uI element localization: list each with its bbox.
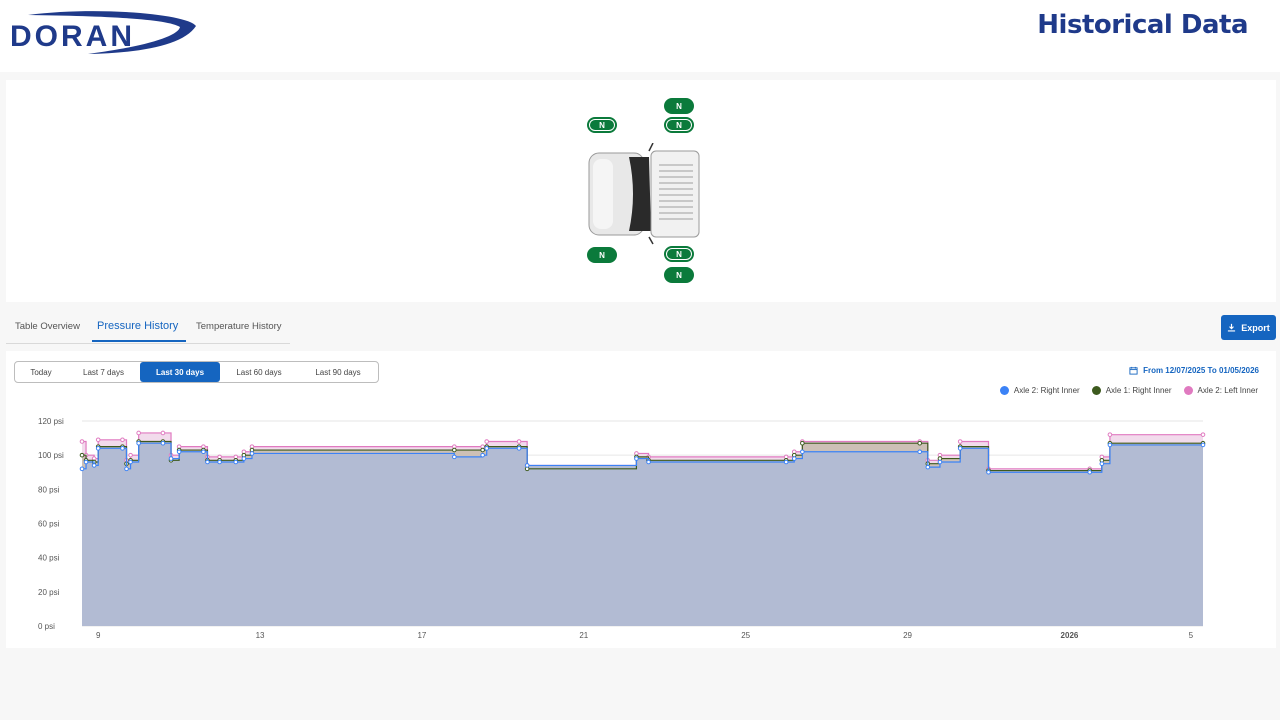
- data-point: [205, 459, 210, 465]
- data-point: [217, 459, 222, 465]
- data-point: [516, 439, 522, 444]
- data-point: [925, 464, 931, 470]
- data-point: [1107, 442, 1113, 448]
- data-point: [233, 459, 239, 465]
- data-point: [241, 456, 247, 461]
- data-point: [1087, 469, 1092, 475]
- data-point: [634, 456, 639, 461]
- data-point: [516, 446, 522, 451]
- data-point: [800, 449, 805, 455]
- data-point: [160, 440, 166, 446]
- export-button[interactable]: Export: [1221, 315, 1276, 340]
- download-icon: [1228, 323, 1236, 332]
- y-tick-label: 0 psi: [38, 622, 55, 631]
- y-tick-label: 100 psi: [38, 451, 64, 460]
- data-point: [120, 437, 125, 443]
- doran-logo: DORAN: [8, 10, 198, 56]
- logo-text: DORAN: [10, 20, 135, 53]
- pressure-chart: 0 psi 20 psi 40 psi 60 psi 80 psi 100 psi 120 …: [38, 417, 1206, 640]
- data-point: [937, 459, 943, 465]
- data-point: [136, 430, 141, 436]
- tab-temperature-history[interactable]: Temperature History: [196, 321, 282, 332]
- tire-axle2-right-inner[interactable]: N: [664, 246, 694, 262]
- y-tick-label: 40 psi: [38, 554, 60, 563]
- x-tick-label: 17: [417, 631, 426, 640]
- history-tabs: Table Overview Pressure History Temperat…: [6, 312, 290, 344]
- data-point: [800, 440, 805, 446]
- data-point: [120, 446, 125, 451]
- app-header: DORAN Historical Data: [0, 0, 1280, 72]
- data-point: [95, 446, 101, 451]
- data-point: [480, 447, 485, 453]
- truck-top-view-image: [587, 142, 707, 245]
- active-tab-indicator: [92, 340, 186, 342]
- y-tick-label: 60 psi: [38, 520, 60, 529]
- data-point: [524, 463, 530, 468]
- data-point: [201, 449, 206, 455]
- data-point: [1200, 432, 1206, 437]
- data-point: [95, 437, 101, 443]
- x-tick-label: 29: [903, 631, 912, 640]
- y-tick-label: 20 psi: [38, 588, 60, 597]
- tire-axle1-right[interactable]: N: [587, 247, 617, 263]
- data-point: [176, 449, 182, 455]
- tire-axle2-left-outer[interactable]: N: [664, 98, 694, 114]
- page-title: Historical Data: [1037, 10, 1248, 40]
- x-tick-label: 25: [741, 631, 750, 640]
- data-point: [1200, 442, 1206, 448]
- data-point: [124, 466, 129, 472]
- data-point: [957, 439, 963, 444]
- export-label: Export: [1241, 322, 1270, 333]
- data-point: [484, 446, 489, 451]
- tire-axle2-right-outer[interactable]: N: [664, 267, 694, 283]
- data-point: [917, 449, 923, 455]
- data-point: [91, 463, 97, 468]
- data-point: [917, 440, 923, 446]
- y-tick-label: 80 psi: [38, 485, 60, 494]
- data-point: [480, 452, 485, 458]
- data-point: [1099, 461, 1105, 467]
- data-point: [957, 446, 963, 451]
- data-point: [79, 439, 85, 444]
- vehicle-diagram-panel: N N N N N N: [6, 80, 1276, 302]
- tire-axle1-left[interactable]: N: [587, 117, 617, 133]
- x-tick-label: 5: [1189, 631, 1194, 640]
- x-tick-label: 9: [96, 631, 101, 640]
- x-tick-label: 21: [579, 631, 588, 640]
- tab-pressure-history[interactable]: Pressure History: [97, 320, 178, 332]
- data-point: [168, 456, 174, 461]
- data-point: [249, 451, 255, 456]
- data-point: [79, 466, 85, 472]
- x-tick-label: 13: [256, 631, 265, 640]
- data-point: [783, 459, 789, 465]
- data-point: [646, 459, 651, 465]
- data-point: [452, 447, 457, 453]
- tab-table-overview[interactable]: Table Overview: [15, 321, 80, 332]
- data-point: [484, 439, 489, 444]
- data-point: [160, 430, 166, 436]
- data-point: [452, 454, 457, 460]
- data-point: [1107, 432, 1113, 437]
- tire-axle2-left-inner[interactable]: N: [664, 117, 694, 133]
- data-point: [136, 440, 141, 446]
- data-point: [128, 459, 133, 465]
- pressure-chart-panel: Today Last 7 days Last 30 days Last 60 d…: [6, 351, 1276, 648]
- data-point: [986, 469, 991, 475]
- data-point: [83, 459, 89, 465]
- data-point: [79, 452, 85, 458]
- y-tick-label: 120 psi: [38, 417, 64, 426]
- data-point: [791, 456, 797, 461]
- data-point: [128, 452, 133, 458]
- x-tick-label: 2026: [1061, 631, 1079, 640]
